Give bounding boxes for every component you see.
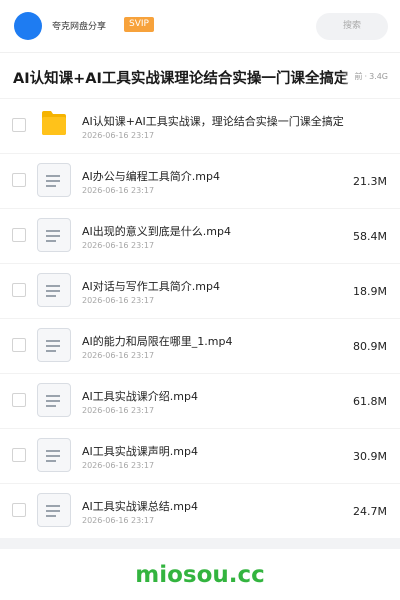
file-size: 58.4M — [353, 230, 387, 243]
document-icon-line — [46, 350, 56, 352]
file-size: 30.9M — [353, 450, 387, 463]
file-date: 2026-06-16 23:17 — [82, 516, 155, 525]
document-icon-line — [46, 400, 60, 402]
document-icon-line — [46, 185, 56, 187]
document-icon-line — [46, 505, 60, 507]
file-date: 2026-06-16 23:17 — [82, 186, 155, 195]
file-checkbox[interactable] — [12, 118, 26, 132]
document-icon-line — [46, 235, 60, 237]
folder-total-size: 3.4G — [369, 72, 388, 81]
file-row[interactable]: AI办公与编程工具简介.mp4 2026-06-16 23:17 21.3M — [0, 153, 400, 208]
document-icon-line — [46, 285, 60, 287]
folder-title-band: AI认知课+AI工具实战课理论结合实操一门课全搞定 前 · 3.4G — [0, 52, 400, 99]
document-icon-line — [46, 180, 60, 182]
document-icon-line — [46, 175, 60, 177]
file-row[interactable]: AI的能力和局限在哪里_1.mp4 2026-06-16 23:17 80.9M — [0, 318, 400, 373]
file-checkbox[interactable] — [12, 228, 26, 242]
document-icon — [37, 328, 71, 362]
document-icon — [37, 218, 71, 252]
file-row[interactable]: AI出现的意义到底是什么.mp4 2026-06-16 23:17 58.4M — [0, 208, 400, 263]
file-row[interactable]: AI对话与写作工具简介.mp4 2026-06-16 23:17 18.9M — [0, 263, 400, 318]
document-icon-line — [46, 510, 60, 512]
file-row[interactable]: AI工具实战课总结.mp4 2026-06-16 23:17 24.7M — [0, 483, 400, 538]
file-date: 2026-06-16 23:17 — [82, 351, 155, 360]
file-size: 24.7M — [353, 505, 387, 518]
document-icon-line — [46, 340, 60, 342]
folder-meta: 前 · 3.4G — [340, 67, 400, 87]
file-date: 2026-06-16 23:17 — [82, 406, 155, 415]
file-name: AI出现的意义到底是什么.mp4 — [82, 225, 231, 238]
file-checkbox[interactable] — [12, 283, 26, 297]
file-name: AI工具实战课总结.mp4 — [82, 500, 198, 513]
document-icon-line — [46, 290, 60, 292]
document-icon — [37, 383, 71, 417]
file-size: 18.9M — [353, 285, 387, 298]
file-checkbox[interactable] — [12, 173, 26, 187]
meta-separator: · — [364, 72, 368, 81]
file-name: AI办公与编程工具简介.mp4 — [82, 170, 220, 183]
file-name: AI认知课+AI工具实战课，理论结合实操一门课全搞定 — [82, 115, 344, 128]
file-date: 2026-06-16 23:17 — [82, 241, 155, 250]
file-date: 2026-06-16 23:17 — [82, 296, 155, 305]
document-icon-line — [46, 230, 60, 232]
document-icon-line — [46, 455, 60, 457]
document-icon-line — [46, 515, 56, 517]
share-page: 夸克网盘分享 SVIP 搜索 AI认知课+AI工具实战课理论结合实操一门课全搞定… — [0, 0, 400, 600]
file-date: 2026-06-16 23:17 — [82, 461, 155, 470]
document-icon — [37, 493, 71, 527]
search-button[interactable]: 搜索 — [316, 13, 388, 40]
file-size: 21.3M — [353, 175, 387, 188]
document-icon — [37, 273, 71, 307]
document-icon-line — [46, 240, 56, 242]
file-checkbox[interactable] — [12, 393, 26, 407]
file-name: AI的能力和局限在哪里_1.mp4 — [82, 335, 233, 348]
header-bar: 夸克网盘分享 SVIP 搜索 — [0, 0, 400, 52]
avatar[interactable] — [14, 12, 42, 40]
file-checkbox[interactable] — [12, 448, 26, 462]
document-icon — [37, 438, 71, 472]
folder-title: AI认知课+AI工具实战课理论结合实操一门课全搞定 — [13, 71, 349, 87]
document-icon-line — [46, 295, 56, 297]
file-row[interactable]: AI认知课+AI工具实战课，理论结合实操一门课全搞定 2026-06-16 23:… — [0, 98, 400, 153]
file-date: 2026-06-16 23:17 — [82, 131, 155, 140]
svip-badge: SVIP — [124, 17, 154, 32]
file-row[interactable]: AI工具实战课介绍.mp4 2026-06-16 23:17 61.8M — [0, 373, 400, 428]
document-icon-line — [46, 460, 56, 462]
folder-meta-prefix: 前 — [354, 72, 363, 81]
file-name: AI工具实战课介绍.mp4 — [82, 390, 198, 403]
file-size: 80.9M — [353, 340, 387, 353]
folder-icon — [42, 111, 66, 135]
document-icon — [37, 163, 71, 197]
file-list: AI认知课+AI工具实战课，理论结合实操一门课全搞定 2026-06-16 23:… — [0, 98, 400, 538]
document-icon-line — [46, 395, 60, 397]
file-name: AI工具实战课声明.mp4 — [82, 445, 198, 458]
file-name: AI对话与写作工具简介.mp4 — [82, 280, 220, 293]
document-icon-line — [46, 450, 60, 452]
file-size: 61.8M — [353, 395, 387, 408]
user-name[interactable]: 夸克网盘分享 — [52, 19, 106, 32]
watermark-text: miosou.cc — [135, 562, 265, 588]
file-checkbox[interactable] — [12, 503, 26, 517]
document-icon-line — [46, 405, 56, 407]
file-row[interactable]: AI工具实战课声明.mp4 2026-06-16 23:17 30.9M — [0, 428, 400, 483]
file-checkbox[interactable] — [12, 338, 26, 352]
document-icon-line — [46, 345, 60, 347]
